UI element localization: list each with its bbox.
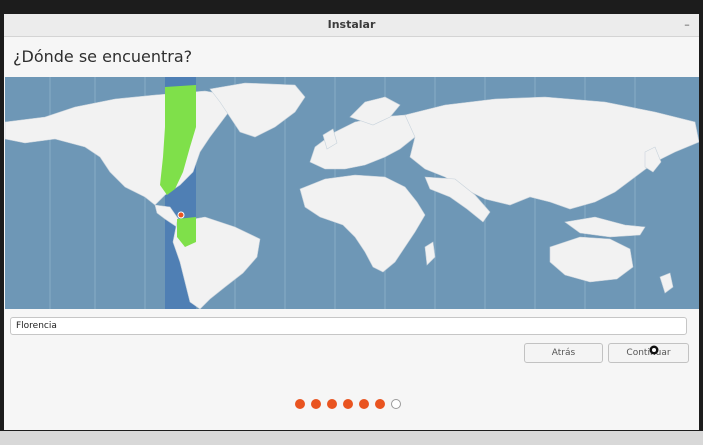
location-pin[interactable] <box>177 211 185 219</box>
title-bar: Instalar – <box>4 14 699 37</box>
page-title: ¿Dónde se encuentra? <box>13 47 193 66</box>
back-button[interactable]: Atrás <box>524 343 603 363</box>
continents <box>5 82 699 309</box>
location-input[interactable] <box>10 317 687 335</box>
progress-dot-3 <box>327 399 337 409</box>
progress-indicator <box>295 399 401 409</box>
progress-dot-4 <box>343 399 353 409</box>
progress-dot-1 <box>295 399 305 409</box>
installer-window: Instalar – ¿Dónde se encuentra? Florenci… <box>4 14 699 430</box>
minimize-icon[interactable]: – <box>681 19 693 31</box>
timezone-map[interactable] <box>5 77 699 309</box>
progress-dot-6 <box>375 399 385 409</box>
busy-cursor-icon <box>649 345 659 355</box>
world-map[interactable] <box>5 77 699 309</box>
progress-dot-7 <box>391 399 401 409</box>
desktop-strip <box>0 431 703 445</box>
window-title: Instalar <box>327 18 376 31</box>
progress-dot-5 <box>359 399 369 409</box>
progress-dot-2 <box>311 399 321 409</box>
